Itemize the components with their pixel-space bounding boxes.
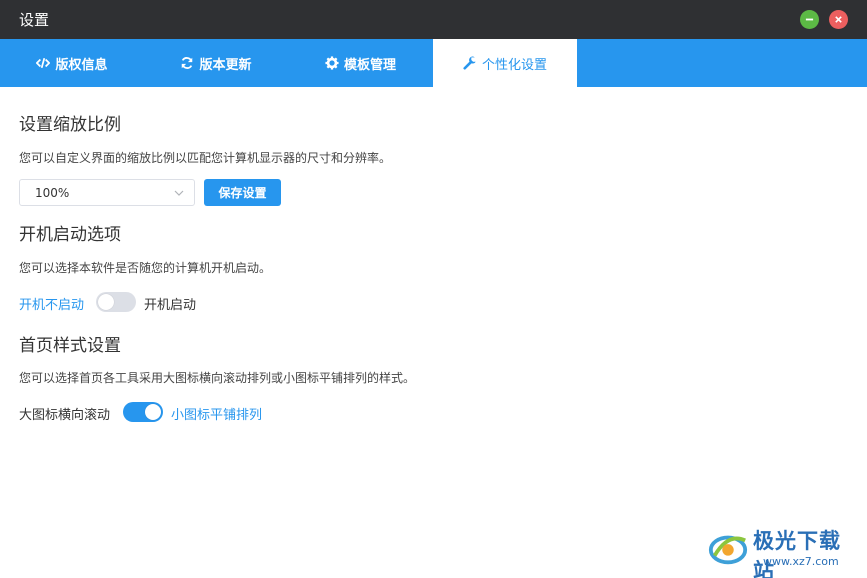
tab-label: 版权信息 — [55, 57, 108, 73]
save-settings-button[interactable]: 保存设置 — [204, 179, 281, 206]
minus-icon — [805, 18, 814, 21]
close-icon — [835, 16, 842, 23]
large-icons-label[interactable]: 大图标横向滚动 — [19, 404, 110, 423]
scale-value: 100% — [35, 186, 70, 200]
tab-label: 模板管理 — [343, 57, 396, 73]
homepage-description: 您可以选择首页各工具采用大图标横向滚动排列或小图标平铺排列的样式。 — [19, 371, 416, 385]
watermark-name: 极光下载站 — [753, 529, 841, 578]
chevron-down-icon — [174, 190, 184, 196]
homepage-style-toggle[interactable] — [123, 402, 163, 422]
small-icons-label[interactable]: 小图标平铺排列 — [171, 404, 262, 423]
refresh-icon — [182, 57, 193, 69]
startup-on-label[interactable]: 开机启动 — [144, 294, 196, 313]
startup-description: 您可以选择本软件是否随您的计算机开机启动。 — [19, 261, 272, 275]
startup-heading: 开机启动选项 — [19, 225, 121, 245]
toggle-knob — [145, 404, 161, 420]
startup-toggle[interactable] — [96, 292, 136, 312]
scale-description: 您可以自定义界面的缩放比例以匹配您计算机显示器的尺寸和分辨率。 — [19, 151, 392, 165]
scale-heading: 设置缩放比例 — [19, 115, 121, 135]
tab-updates[interactable]: 版本更新 — [144, 39, 288, 87]
minimize-button[interactable] — [800, 10, 819, 29]
code-icon — [36, 57, 51, 69]
wrench-icon — [463, 56, 476, 70]
title-bar: 设置 — [0, 0, 867, 39]
window-title: 设置 — [19, 11, 50, 29]
tab-label: 个性化设置 — [481, 57, 547, 73]
tab-label: 版本更新 — [199, 57, 252, 73]
gear-icon — [325, 56, 339, 70]
startup-off-label[interactable]: 开机不启动 — [19, 294, 84, 313]
watermark: 极光下载站 www.xz7.com — [707, 525, 862, 578]
toggle-knob — [98, 294, 114, 310]
tab-bar: 版权信息 版本更新 模板管理 个性化设置 — [0, 39, 867, 87]
tab-copyright[interactable]: 版权信息 — [0, 39, 144, 87]
watermark-url: www.xz7.com — [763, 555, 839, 568]
close-button[interactable] — [829, 10, 848, 29]
scale-select[interactable]: 100% — [19, 179, 195, 206]
tab-templates[interactable]: 模板管理 — [288, 39, 433, 87]
homepage-heading: 首页样式设置 — [19, 336, 121, 356]
tab-personalization[interactable]: 个性化设置 — [433, 39, 577, 87]
aurora-logo-icon — [708, 535, 748, 565]
